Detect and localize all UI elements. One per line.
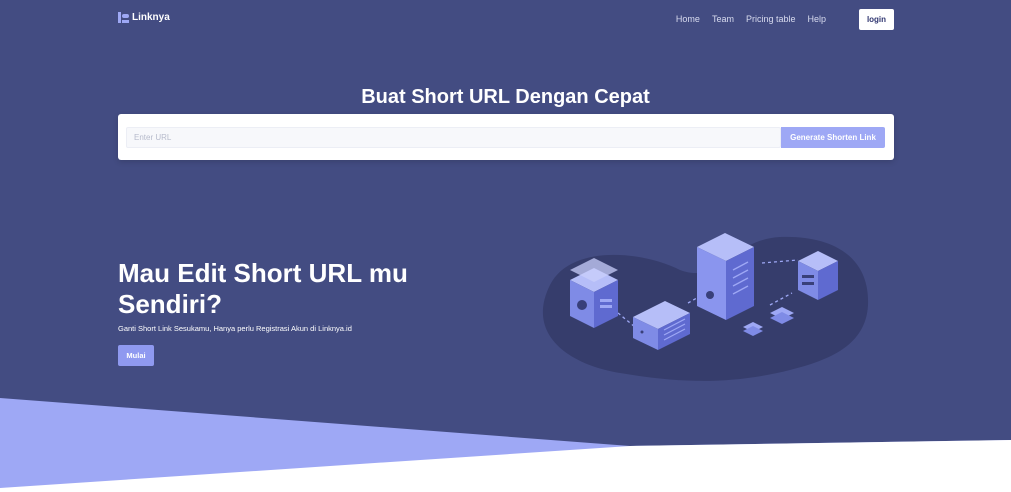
brand-logo[interactable]: Linknya [118,12,170,23]
login-button[interactable]: login [859,9,894,30]
mulai-button[interactable]: Mulai [118,345,154,366]
server-tower-icon [697,233,754,320]
generate-shorten-link-button[interactable]: Generate Shorten Link [781,127,885,148]
wave-divider [0,398,1011,492]
url-input[interactable] [126,127,781,148]
server-right-icon [798,251,838,300]
nav-link-team[interactable]: Team [712,14,734,24]
nav-link-pricing-table[interactable]: Pricing table [746,14,796,24]
navbar: Linknya Home Team Pricing table Help log… [0,0,1011,38]
linknya-logo-icon [118,12,129,23]
brand-name: Linknya [132,12,170,23]
nav-link-help[interactable]: Help [807,14,826,24]
page-title: Buat Short URL Dengan Cepat [361,86,650,108]
shorten-url-form: Generate Shorten Link [118,114,894,160]
nav-links: Home Team Pricing table Help [664,14,826,24]
promo-description: Ganti Short Link Sesukamu, Hanya perlu R… [118,324,352,333]
server-left-icon [570,258,618,328]
nav-link-home[interactable]: Home [676,14,700,24]
server-network-illustration [542,233,869,381]
promo-title: Mau Edit Short URL mu Sendiri? [118,258,408,319]
